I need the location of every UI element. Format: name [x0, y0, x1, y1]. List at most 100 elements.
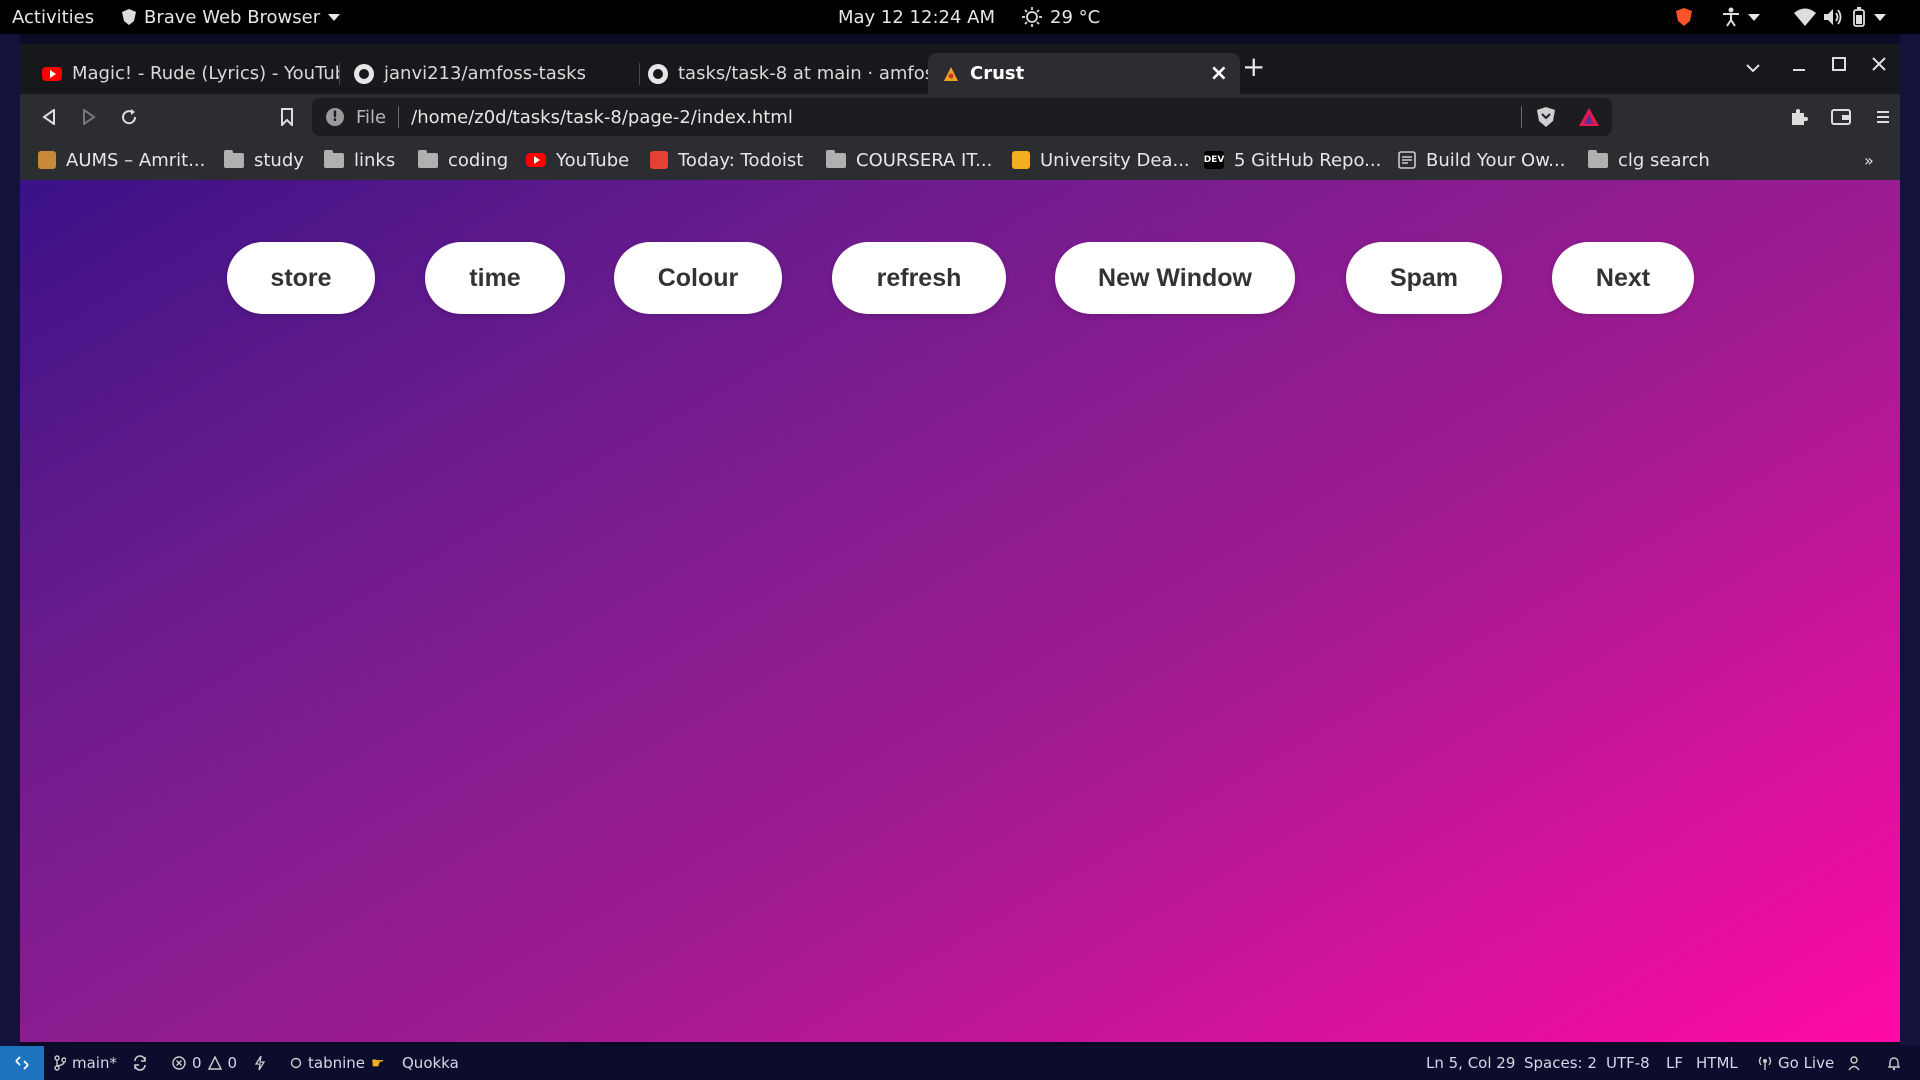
activities-button[interactable]: Activities — [12, 0, 94, 34]
system-top-bar: Activities Brave Web Browser May 12 12:2… — [0, 0, 1920, 34]
bookmark-label: clg search — [1618, 149, 1710, 171]
sync-icon — [134, 1055, 146, 1071]
tab-strip: Magic! - Rude (Lyrics) - YouTub janvi213… — [20, 44, 1900, 94]
back-button[interactable] — [36, 104, 62, 130]
bookmark-build-your-own[interactable]: Build Your Ow... — [1398, 140, 1565, 180]
close-window-button[interactable] — [1872, 52, 1886, 77]
dev-icon: DEV — [1204, 151, 1224, 169]
brave-tray-icon[interactable] — [1676, 0, 1692, 34]
bookmark-folder-coursera[interactable]: COURSERA IT... — [826, 140, 992, 180]
bolt-button[interactable] — [254, 1046, 266, 1080]
error-icon — [172, 1056, 186, 1070]
colour-button[interactable]: Colour — [614, 242, 782, 314]
page-content: store time Colour refresh New Window Spa… — [20, 180, 1900, 1042]
bookmark-university-deadlines[interactable]: University Dea... — [1012, 140, 1190, 180]
url-text[interactable]: /home/z0d/tasks/task-8/page-2/index.html — [411, 107, 793, 128]
browser-window: Magic! - Rude (Lyrics) - YouTub janvi213… — [20, 44, 1900, 1042]
background-editor-edge — [0, 34, 20, 1046]
forward-button[interactable] — [76, 104, 102, 130]
store-button[interactable]: store — [227, 242, 375, 314]
crust-icon — [944, 66, 958, 81]
reload-button[interactable] — [116, 104, 142, 130]
bookmark-dev-github-repos[interactable]: DEV 5 GitHub Repo... — [1204, 140, 1382, 180]
git-branch-icon — [54, 1055, 66, 1071]
brave-shields-icon[interactable] — [1536, 107, 1556, 127]
error-count: 0 — [192, 1054, 202, 1072]
bookmark-folder-coding[interactable]: coding — [418, 140, 508, 180]
bookmark-youtube[interactable]: YouTube — [526, 140, 629, 180]
language-label: HTML — [1696, 1054, 1738, 1072]
bookmark-folder-clg-search[interactable]: clg search — [1588, 140, 1710, 180]
address-bar[interactable]: ! File /home/z0d/tasks/task-8/page-2/ind… — [312, 98, 1612, 136]
tab-github-task8[interactable]: tasks/task-8 at main · amfoss/ — [634, 53, 936, 94]
maximize-icon — [1832, 57, 1846, 71]
time-button[interactable]: time — [425, 242, 565, 314]
bookmark-label: COURSERA IT... — [856, 149, 993, 171]
tab-search-button[interactable] — [1746, 54, 1760, 79]
puzzle-icon — [1792, 109, 1808, 125]
notifications-button[interactable] — [1886, 1046, 1902, 1080]
feedback-button[interactable] — [1848, 1046, 1864, 1080]
remote-indicator[interactable] — [0, 1046, 44, 1080]
youtube-icon — [42, 66, 62, 81]
bookmark-folder-links[interactable]: links — [324, 140, 395, 180]
back-icon — [42, 109, 55, 125]
system-status-menu[interactable] — [1794, 0, 1886, 34]
bell-icon — [1887, 1057, 1901, 1071]
problems-indicator[interactable]: 0 0 — [172, 1046, 237, 1080]
clock[interactable]: May 12 12:24 AM — [838, 0, 995, 34]
encoding-setting[interactable]: UTF-8 — [1606, 1046, 1650, 1080]
sun-icon — [1022, 7, 1042, 27]
warning-count: 0 — [227, 1054, 238, 1072]
tab-github-amfoss[interactable]: janvi213/amfoss-tasks — [340, 53, 640, 94]
bookmark-label: links — [354, 149, 396, 171]
minimize-button[interactable] — [1792, 54, 1806, 79]
eol-label: LF — [1666, 1054, 1683, 1072]
app-menu[interactable]: Brave Web Browser — [122, 0, 341, 34]
eol-setting[interactable]: LF — [1666, 1046, 1683, 1080]
wallet-icon — [1831, 109, 1851, 125]
datetime-label: May 12 12:24 AM — [838, 6, 995, 28]
info-icon[interactable]: ! — [326, 108, 344, 126]
extensions-button[interactable] — [1786, 104, 1812, 130]
language-mode[interactable]: HTML — [1696, 1046, 1738, 1080]
github-icon — [648, 63, 668, 84]
go-live-button[interactable]: Go Live — [1758, 1046, 1834, 1080]
activities-label: Activities — [12, 6, 95, 28]
site-icon — [1012, 151, 1030, 169]
refresh-button[interactable]: refresh — [832, 242, 1006, 314]
spam-button[interactable]: Spam — [1346, 242, 1502, 314]
volume-icon — [1824, 9, 1842, 25]
folder-icon — [1588, 149, 1608, 168]
tabnine-status[interactable]: tabnine ☛ — [290, 1046, 384, 1080]
bookmark-folder-study[interactable]: study — [224, 140, 304, 180]
bookmark-button[interactable] — [274, 104, 300, 130]
close-icon — [1872, 57, 1886, 71]
maximize-button[interactable] — [1832, 52, 1846, 77]
indentation-setting[interactable]: Spaces: 2 — [1524, 1046, 1597, 1080]
main-menu-button[interactable] — [1870, 104, 1896, 130]
chevron-down-icon — [328, 13, 341, 21]
cursor-position[interactable]: Ln 5, Col 29 — [1426, 1046, 1515, 1080]
quokka-status[interactable]: Quokka — [402, 1046, 459, 1080]
bookmark-todoist[interactable]: Today: Todoist — [650, 140, 803, 180]
bookmark-aums[interactable]: AUMS – Amrit... — [38, 140, 205, 180]
new-window-button[interactable]: New Window — [1055, 242, 1295, 314]
brave-rewards-icon[interactable] — [1578, 107, 1600, 127]
tab-youtube[interactable]: Magic! - Rude (Lyrics) - YouTub — [28, 53, 340, 94]
brave-shield-icon — [122, 9, 136, 25]
tab-title: Crust — [970, 63, 1025, 84]
tab-crust[interactable]: Crust × — [928, 53, 1240, 94]
sync-button[interactable] — [132, 1046, 148, 1080]
git-branch-indicator[interactable]: main* — [54, 1046, 117, 1080]
github-icon — [354, 63, 374, 84]
weather-indicator[interactable]: 29 °C — [1022, 0, 1100, 34]
next-button[interactable]: Next — [1552, 242, 1694, 314]
close-tab-icon[interactable]: × — [1210, 61, 1228, 86]
accessibility-menu[interactable] — [1722, 0, 1760, 34]
temperature-label: 29 °C — [1050, 6, 1101, 28]
wallet-button[interactable] — [1828, 104, 1854, 130]
bookmarks-overflow-button[interactable]: » — [1864, 140, 1874, 180]
hamburger-icon — [1877, 111, 1889, 123]
new-tab-button[interactable]: + — [1242, 50, 1265, 83]
